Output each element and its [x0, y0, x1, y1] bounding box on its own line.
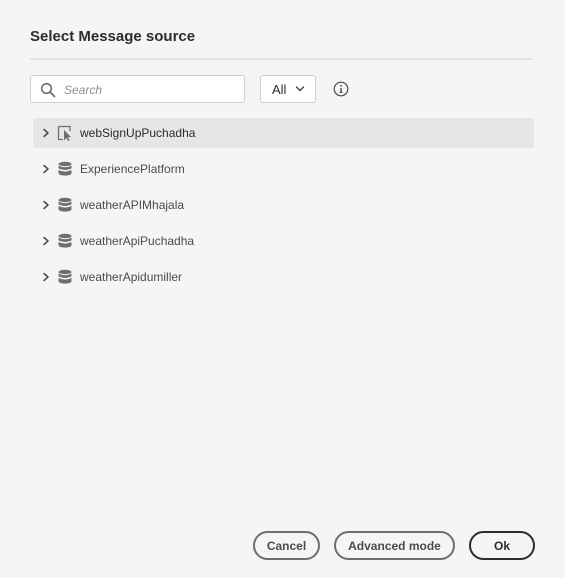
- dialog-title: Select Message source: [30, 28, 196, 45]
- chevron-right-icon[interactable]: [42, 272, 50, 282]
- filter-dropdown[interactable]: All: [260, 75, 316, 103]
- ok-button[interactable]: Ok: [469, 531, 535, 560]
- tree-item-websignuppuchadha[interactable]: webSignUpPuchadha: [33, 118, 534, 148]
- form-cursor-icon: [57, 125, 71, 141]
- search-input[interactable]: [62, 80, 241, 100]
- tree-item-weatherapimhajala[interactable]: weatherAPIMhajala: [33, 190, 534, 220]
- tree-item-experienceplatform[interactable]: ExperiencePlatform: [33, 154, 534, 184]
- tree-item-weatherapidumiller[interactable]: weatherApidumiller: [33, 262, 534, 292]
- info-icon[interactable]: [333, 81, 349, 97]
- chevron-right-icon[interactable]: [42, 236, 50, 246]
- select-message-source-dialog: Select Message source All w: [0, 0, 565, 578]
- database-icon: [58, 197, 72, 212]
- database-icon: [58, 161, 72, 176]
- tree-item-label: ExperiencePlatform: [80, 162, 185, 176]
- chevron-right-icon[interactable]: [42, 128, 50, 138]
- source-tree: webSignUpPuchadha ExperiencePlatform wea…: [33, 118, 534, 298]
- cancel-button[interactable]: Cancel: [253, 531, 320, 560]
- chevron-right-icon[interactable]: [42, 200, 50, 210]
- title-divider: [30, 58, 533, 60]
- tree-item-label: webSignUpPuchadha: [80, 126, 196, 140]
- search-field[interactable]: [30, 75, 245, 103]
- tree-item-label: weatherApidumiller: [80, 270, 183, 284]
- chevron-right-icon[interactable]: [42, 164, 50, 174]
- chevron-down-icon: [295, 86, 305, 92]
- database-icon: [58, 233, 72, 248]
- advanced-mode-button[interactable]: Advanced mode: [334, 531, 455, 560]
- database-icon: [58, 269, 72, 284]
- search-icon: [40, 82, 56, 98]
- tree-item-weatherapipuchadha[interactable]: weatherApiPuchadha: [33, 226, 534, 256]
- tree-item-label: weatherApiPuchadha: [80, 234, 195, 248]
- filter-selected-value: All: [272, 81, 287, 97]
- tree-item-label: weatherAPIMhajala: [80, 198, 185, 212]
